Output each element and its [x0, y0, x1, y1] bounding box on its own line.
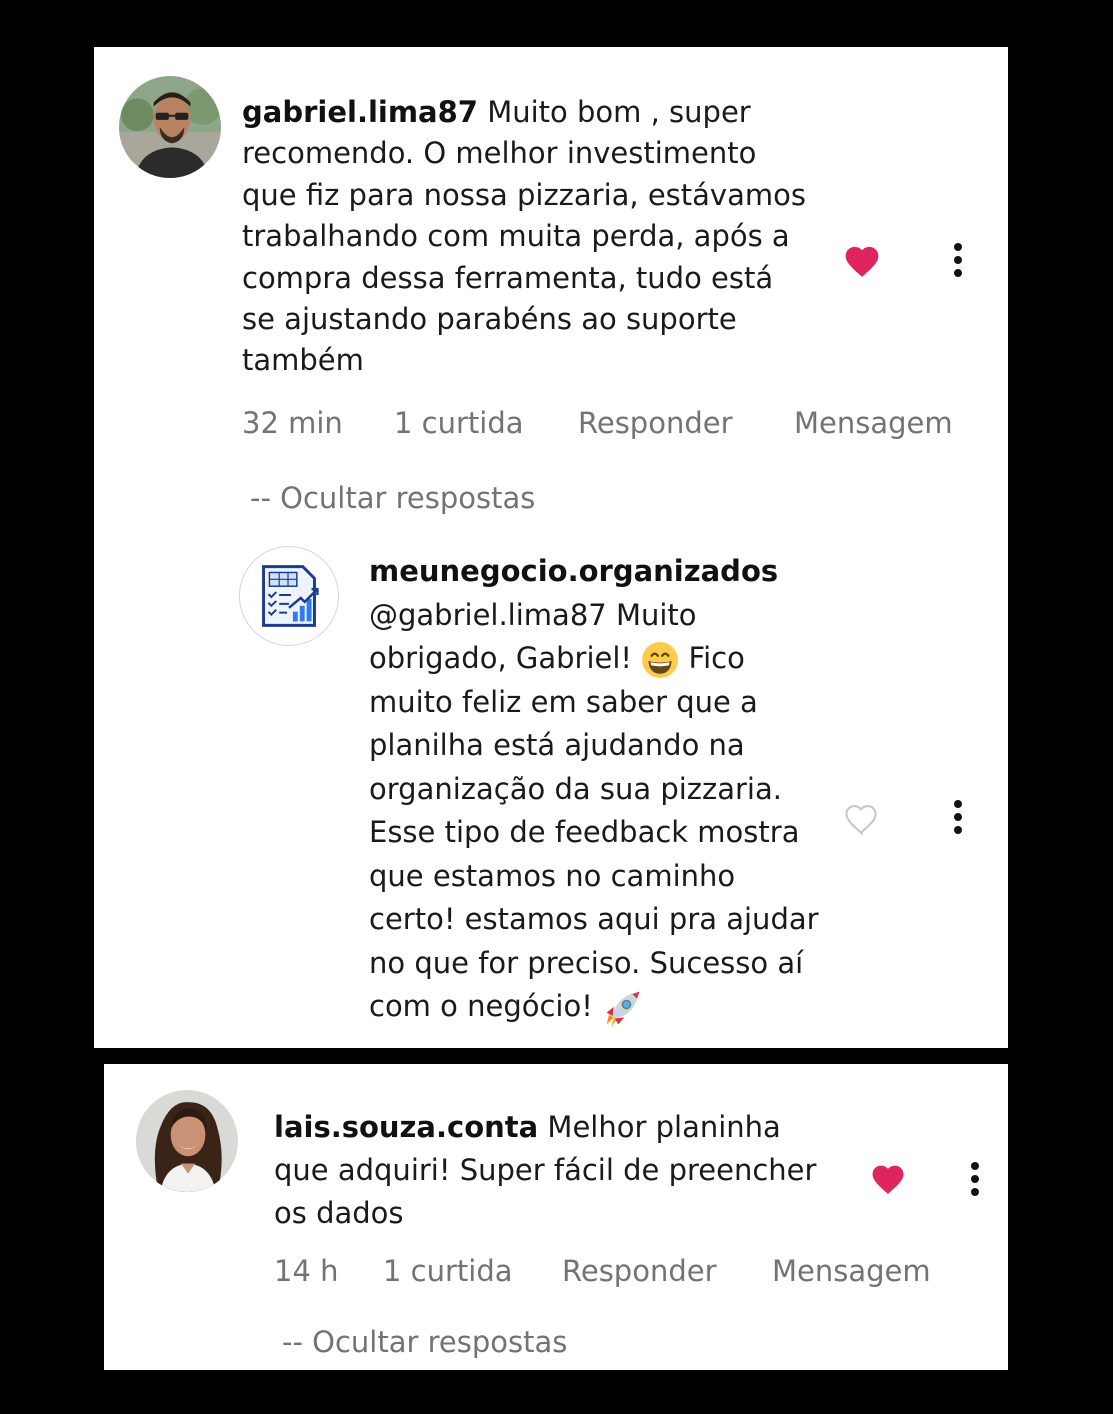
reply-button[interactable]: Responder — [562, 1254, 717, 1288]
reply-text-part2: Fico muito feliz em saber que a planilha… — [369, 641, 819, 1023]
comment-username[interactable]: gabriel.lima87 — [242, 95, 478, 129]
comment-text: Muito bom , super recomendo. O melhor in… — [242, 95, 806, 378]
comment-likes-count[interactable]: 1 curtida — [383, 1254, 513, 1288]
comment-thread-card: gabriel.lima87 Muito bom , super recomen… — [94, 47, 1008, 1048]
message-button[interactable]: Mensagem — [794, 406, 953, 440]
avatar-lais[interactable] — [136, 1090, 238, 1192]
more-vertical-icon[interactable] — [951, 243, 965, 282]
reply-body: meunegocio.organizados @gabriel.lima87 M… — [369, 550, 829, 1029]
more-vertical-icon[interactable] — [951, 800, 965, 839]
message-button[interactable]: Mensagem — [772, 1254, 931, 1288]
comment-likes-count[interactable]: 1 curtida — [394, 406, 524, 440]
comment-body: gabriel.lima87 Muito bom , super recomen… — [242, 92, 812, 382]
hide-replies-button[interactable]: -- Ocultar respostas — [250, 481, 535, 515]
comment-card: lais.souza.conta Melhor planinha que adq… — [104, 1064, 1008, 1370]
heart-filled-icon[interactable] — [869, 1161, 907, 1195]
avatar-meunegocio[interactable] — [239, 546, 339, 646]
grinning-face-emoji — [642, 642, 679, 678]
comment-body: lais.souza.conta Melhor planinha que adq… — [274, 1106, 834, 1235]
hide-replies-button[interactable]: -- Ocultar respostas — [282, 1325, 567, 1359]
reply-username[interactable]: meunegocio.organizados — [369, 554, 778, 588]
rocket-emoji — [606, 991, 640, 1027]
heart-outline-icon[interactable] — [842, 800, 882, 836]
comment-username[interactable]: lais.souza.conta — [274, 1110, 538, 1144]
heart-filled-icon[interactable] — [842, 242, 882, 278]
comment-time: 14 h — [274, 1254, 339, 1288]
comment-time: 32 min — [242, 406, 343, 440]
avatar-gabriel[interactable] — [119, 76, 221, 178]
reply-button[interactable]: Responder — [578, 406, 733, 440]
more-vertical-icon[interactable] — [968, 1162, 982, 1201]
spreadsheet-chart-logo-icon — [240, 547, 338, 645]
